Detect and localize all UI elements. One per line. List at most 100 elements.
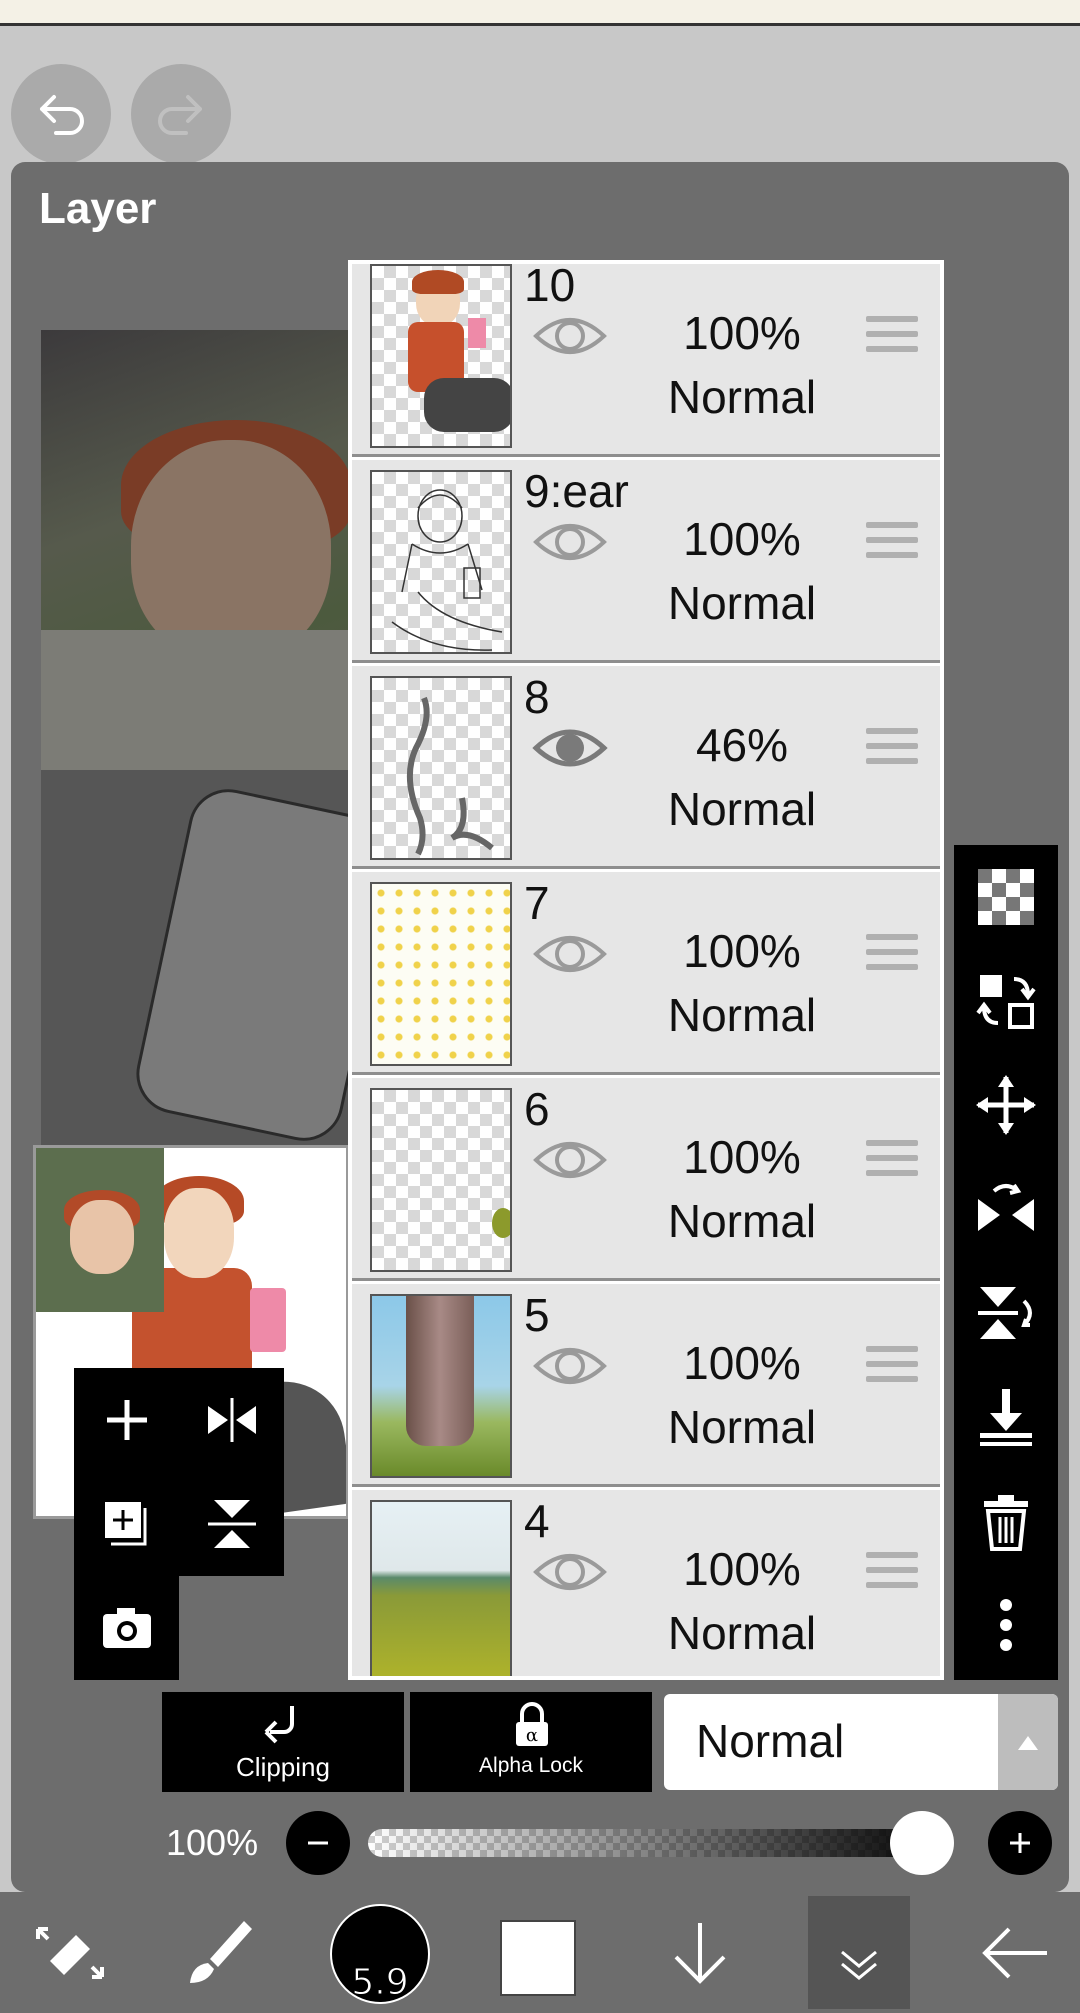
opacity-increase-button[interactable] [988, 1811, 1052, 1875]
layer-row-10[interactable]: 10 100% Normal [352, 260, 940, 457]
drag-handle-icon[interactable] [866, 1140, 918, 1184]
flip-horizontal-icon [207, 1398, 256, 1442]
flip-horizontal-right-button[interactable] [954, 1157, 1058, 1261]
flip-vertical-right-button[interactable] [954, 1261, 1058, 1365]
layer-opacity: 100% [683, 513, 801, 565]
redo-button[interactable] [131, 64, 231, 164]
eye-icon[interactable] [532, 720, 608, 776]
eye-icon[interactable] [532, 1132, 608, 1188]
layer-thumbnail [370, 882, 512, 1066]
drag-handle-icon[interactable] [866, 934, 918, 978]
drag-handle-icon[interactable] [866, 728, 918, 772]
eye-icon[interactable] [532, 514, 608, 570]
thumb-snack-box [250, 1288, 286, 1352]
layer-thumbnail [370, 470, 512, 654]
alpha-lock-button[interactable]: α Alpha Lock [410, 1692, 652, 1792]
layer-thumbnail [370, 676, 512, 860]
layer-row-9-ear[interactable]: 9:ear 100% Normal [352, 460, 940, 663]
drag-handle-icon[interactable] [866, 316, 918, 360]
layer-name: 7 [524, 877, 550, 929]
merge-down-icon [980, 1389, 1032, 1446]
drag-handle-icon[interactable] [866, 1552, 918, 1596]
eye-icon[interactable] [532, 308, 608, 364]
brush-size-value: 5.9 [351, 1962, 409, 2004]
layer-opacity: 100% [683, 925, 801, 977]
right-toolbar [954, 845, 1058, 1680]
arrow-left-icon [982, 1927, 1047, 1978]
eye-icon[interactable] [532, 1338, 608, 1394]
back-button[interactable] [960, 1892, 1070, 2013]
canvas-shirt [41, 630, 361, 770]
layer-opacity: 100% [683, 307, 801, 359]
scroll-down-button[interactable] [650, 1892, 750, 2013]
layer-thumbnail [370, 1294, 512, 1478]
alpha-lock-label: Alpha Lock [479, 1754, 583, 1777]
svg-text:α: α [526, 1725, 538, 1746]
flip-horizontal-icon [978, 1183, 1034, 1231]
swap-layer-button[interactable] [954, 949, 1058, 1053]
thumb-inset-face [70, 1200, 134, 1274]
layer-blend-mode: Normal [667, 577, 817, 629]
arrow-down-icon [674, 1922, 726, 1984]
layer-blend-mode: Normal [667, 783, 817, 835]
brush-tool-button[interactable] [170, 1892, 270, 2013]
layer-opacity: 100% [683, 1131, 801, 1183]
drag-handle-icon[interactable] [866, 1346, 918, 1390]
plus-icon [106, 1400, 147, 1440]
transform-tool-button[interactable] [20, 1892, 120, 2013]
opacity-slider[interactable] [368, 1829, 948, 1857]
opacity-decrease-button[interactable] [286, 1811, 350, 1875]
transparency-button[interactable] [954, 845, 1058, 949]
canvas-face [131, 440, 331, 660]
merge-down-button[interactable] [954, 1365, 1058, 1469]
layer-list[interactable]: 10 100% Normal 9:ear 100% Normal 8 46% N… [348, 260, 944, 1680]
layer-row-7[interactable]: 7 100% Normal [352, 872, 940, 1075]
brush-size-indicator[interactable]: 5.9 [330, 1904, 430, 2004]
opacity-label: 100% [166, 1822, 259, 1863]
layer-row-5[interactable]: 5 100% Normal [352, 1284, 940, 1487]
clipping-button[interactable]: Clipping [162, 1692, 404, 1792]
layer-thumbnail [370, 1500, 512, 1676]
layer-blend-mode: Normal [667, 989, 817, 1041]
layer-row-8[interactable]: 8 46% Normal [352, 666, 940, 869]
layer-thumbnail [370, 1088, 512, 1272]
transform-eraser-icon [36, 1926, 104, 1979]
brush-icon [190, 1920, 252, 1983]
move-button[interactable] [954, 1053, 1058, 1157]
checkerboard-icon [978, 869, 1034, 925]
more-options-button[interactable] [954, 1573, 1058, 1677]
layer-name: 10 [524, 260, 576, 311]
flip-vertical-button[interactable] [179, 1472, 284, 1576]
duplicate-layer-icon [104, 1502, 146, 1546]
plus-icon [1010, 1833, 1030, 1853]
duplicate-layer-button[interactable] [74, 1472, 179, 1576]
move-icon [976, 1075, 1036, 1135]
layer-blend-mode: Normal [667, 1195, 817, 1247]
opacity-slider-handle[interactable] [890, 1811, 954, 1875]
layer-opacity: 100% [683, 1543, 801, 1595]
clipping-label: Clipping [236, 1752, 330, 1782]
flip-horizontal-button[interactable] [179, 1368, 284, 1472]
camera-icon [102, 1608, 151, 1648]
delete-layer-button[interactable] [954, 1469, 1058, 1573]
layer-row-4[interactable]: 4 100% Normal [352, 1490, 940, 1676]
flip-vertical-icon [207, 1500, 256, 1548]
drag-handle-icon[interactable] [866, 522, 918, 566]
layer-name: 8 [524, 671, 550, 723]
blend-mode-select[interactable]: Normal [664, 1694, 1058, 1790]
layer-opacity: 100% [683, 1337, 801, 1389]
layer-blend-mode: Normal [667, 1401, 817, 1453]
camera-button[interactable] [74, 1576, 179, 1680]
eye-icon[interactable] [532, 1544, 608, 1600]
layer-opacity: 46% [695, 719, 789, 771]
color-swatch[interactable] [500, 1920, 576, 1996]
layer-panel-toggle[interactable] [808, 1896, 910, 2009]
layer-row-6[interactable]: 6 100% Normal [352, 1078, 940, 1281]
chevron-up-icon[interactable] [998, 1694, 1058, 1790]
eye-icon[interactable] [532, 926, 608, 982]
add-layer-button[interactable] [74, 1368, 179, 1472]
clipping-icon [264, 1706, 294, 1744]
undo-button[interactable] [11, 64, 111, 164]
lock-icon: α [516, 1702, 548, 1746]
layer-thumbnail [370, 264, 512, 448]
